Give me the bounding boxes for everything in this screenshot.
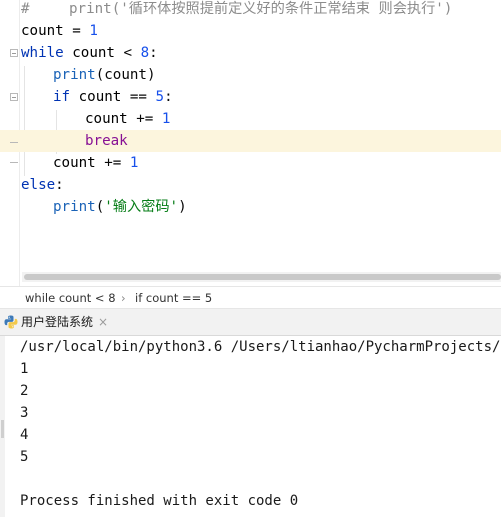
fold-toggle-icon[interactable] [10,93,18,101]
code-line[interactable]: while count < 8: [0,42,501,64]
fold-end-icon[interactable] [10,156,18,164]
breadcrumb-item-if[interactable]: if count == 5 [135,287,212,310]
console-line: 1 [20,361,29,377]
token-var: count [70,89,130,105]
token-var: count [63,45,124,61]
token-number: 1 [121,155,139,171]
comment-hash: # [21,1,30,17]
console-toolbar-strip [0,336,5,517]
token-colon: : [55,177,64,193]
breadcrumb-separator-icon: › [121,291,126,305]
token-colon: : [164,89,173,105]
console-line: 4 [20,427,29,443]
code-line[interactable]: count += 1 [0,152,501,174]
run-tool-window-tabs: 用户登陆系统 × [0,309,501,336]
token-op: = [63,23,90,39]
console-line: 2 [20,383,29,399]
token-builtin: print [53,67,96,83]
token-var: count [21,23,64,39]
close-icon[interactable]: × [98,309,108,335]
token-colon: : [149,45,158,61]
fold-end-icon[interactable] [10,136,18,144]
token-number: 8 [132,45,150,61]
run-console[interactable]: /usr/local/bin/python3.6 /Users/ltianhao… [0,336,501,517]
code-line[interactable]: count = 1 [0,20,501,42]
token-args: (count) [95,67,156,83]
code-editor[interactable]: # print('循环体按照提前定义好的条件正常结束 则会执行') count … [0,0,501,286]
console-line: 3 [20,405,29,421]
token-keyword: break [85,133,128,149]
fold-toggle-icon[interactable] [10,49,18,57]
token-keyword: while [21,45,64,61]
console-line: /usr/local/bin/python3.6 /Users/ltianhao… [20,339,501,355]
token-number: 5 [146,89,165,105]
run-tab-label: 用户登陆系统 [21,315,94,329]
token-keyword: if [53,89,71,105]
console-line: 5 [20,449,29,465]
horizontal-scrollbar[interactable] [22,272,501,282]
token-op: < [123,45,133,61]
scrollbar-thumb[interactable] [24,274,501,280]
code-line[interactable]: # print('循环体按照提前定义好的条件正常结束 则会执行') [0,0,501,20]
token-number: 1 [153,111,171,127]
code-line-current[interactable]: break [0,130,501,152]
console-exit-line: Process finished with exit code 0 [20,493,299,509]
console-scroll-marker [1,420,4,438]
code-line[interactable]: print(count) [0,64,501,86]
token-keyword: else [21,177,56,193]
python-icon [4,315,18,329]
code-line[interactable]: print('输入密码') [0,196,501,218]
code-line[interactable]: else: [0,174,501,196]
token-op: += [104,155,122,171]
token-paren: ) [178,199,187,215]
code-line[interactable]: count += 1 [0,108,501,130]
comment-text: print('循环体按照提前定义好的条件正常结束 则会执行') [69,1,453,17]
run-tab[interactable]: 用户登陆系统 × [0,309,115,335]
code-line[interactable]: if count == 5: [0,86,501,108]
token-var: count [53,155,105,171]
token-paren: ( [95,199,105,215]
token-op: += [136,111,154,127]
breadcrumb: while count < 8 › if count == 5 [0,286,501,309]
token-number: 1 [89,23,98,39]
breadcrumb-item-while[interactable]: while count < 8 [25,287,116,310]
token-builtin: print [53,199,96,215]
token-op: == [129,89,147,105]
token-var: count [85,111,137,127]
token-string: '输入密码' [104,199,179,215]
